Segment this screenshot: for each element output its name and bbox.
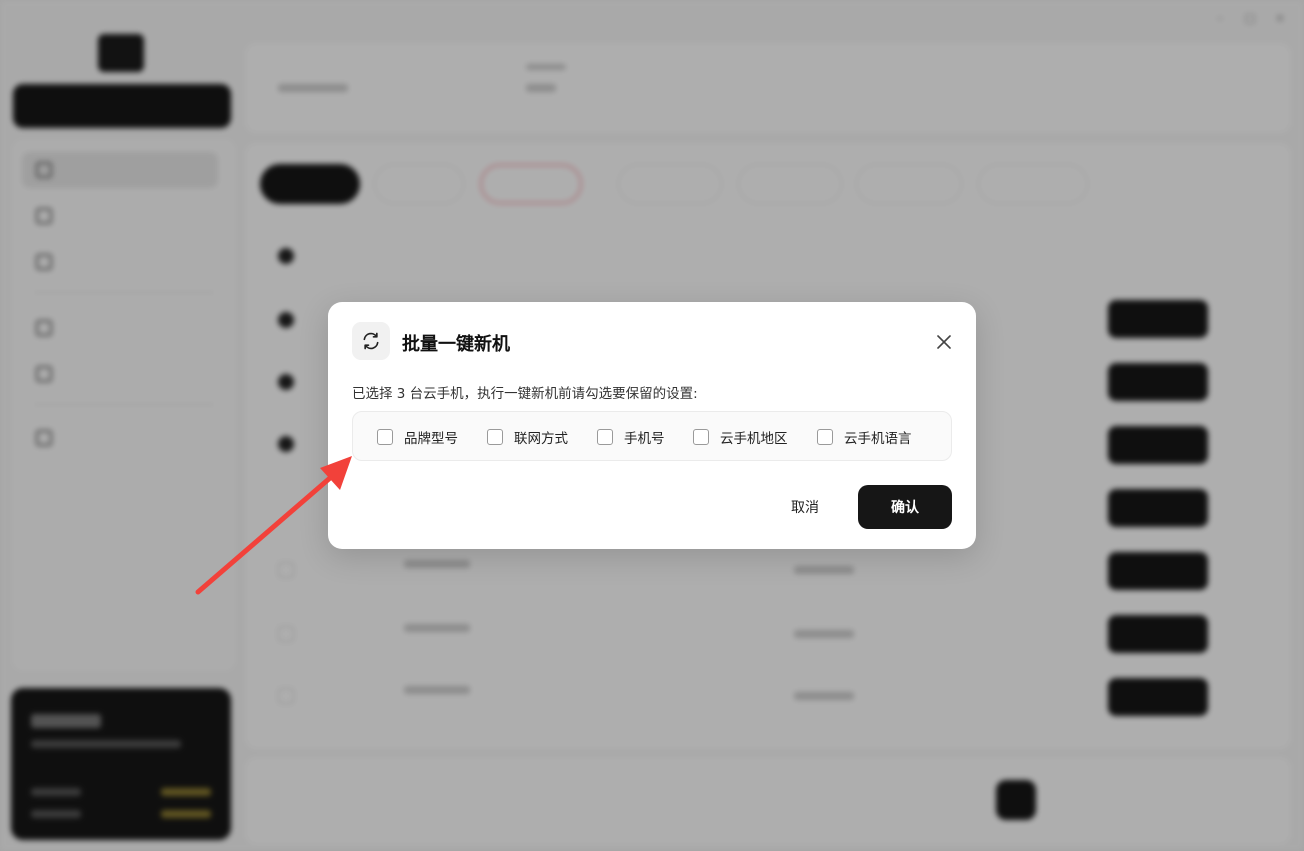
option-phone-number[interactable]: 手机号 [597, 428, 665, 447]
refresh-icon [352, 322, 390, 360]
checkbox[interactable] [817, 429, 833, 445]
option-label: 品牌型号 [404, 431, 458, 447]
dialog-description: 已选择 3 台云手机，执行一键新机前请勾选要保留的设置: [352, 386, 698, 402]
option-label: 手机号 [624, 431, 665, 447]
checkbox[interactable] [377, 429, 393, 445]
option-label: 云手机语言 [844, 431, 912, 447]
confirm-button[interactable]: 确认 [858, 485, 952, 529]
batch-new-device-dialog: 批量一键新机 已选择 3 台云手机，执行一键新机前请勾选要保留的设置: 品牌型号… [328, 302, 976, 549]
option-phone-region[interactable]: 云手机地区 [693, 428, 788, 447]
option-network-mode[interactable]: 联网方式 [487, 428, 568, 447]
cancel-button[interactable]: 取消 [774, 485, 836, 529]
close-icon[interactable] [932, 330, 956, 354]
checkbox[interactable] [597, 429, 613, 445]
dialog-title: 批量一键新机 [402, 334, 510, 355]
retain-settings-options: 品牌型号 联网方式 手机号 云手机地区 云手机语言 [352, 411, 952, 461]
option-phone-language[interactable]: 云手机语言 [817, 428, 912, 447]
option-label: 联网方式 [514, 431, 568, 447]
checkbox[interactable] [693, 429, 709, 445]
option-brand-model[interactable]: 品牌型号 [377, 428, 458, 447]
checkbox[interactable] [487, 429, 503, 445]
option-label: 云手机地区 [720, 431, 788, 447]
